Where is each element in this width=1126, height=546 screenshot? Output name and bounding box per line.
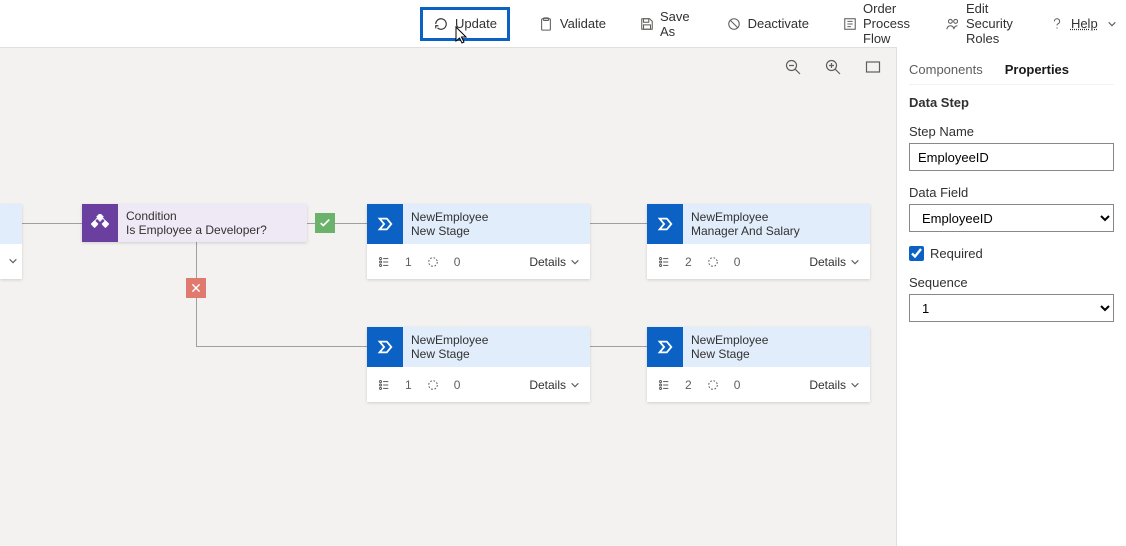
save-as-button[interactable]: Save As [634,9,698,39]
required-label: Required [930,246,983,261]
stage-node[interactable]: NewEmployee New Stage 1 0 Details [367,327,590,402]
connector [590,346,647,347]
stage-node[interactable]: NewEmployee New Stage 1 0 Details [367,204,590,279]
condition-yes-icon [315,213,335,233]
edit-security-roles-button[interactable]: Edit Security Roles [940,9,1021,39]
clipboard-icon [538,16,554,32]
panel-tabs: Components Properties [909,55,1114,85]
command-bar: Update Validate Save As Deactivate Order… [0,0,1126,47]
zoom-out-button[interactable] [784,58,802,76]
deactivate-button[interactable]: Deactivate [720,9,815,39]
stage-loops-count: 0 [454,378,461,392]
stage-node-partial[interactable] [0,204,22,279]
stage-entity: NewEmployee [691,333,862,347]
chevron-down-icon [850,380,860,390]
stage-node[interactable]: NewEmployee Manager And Salary 2 0 Detai… [647,204,870,279]
stage-name: Manager And Salary [691,224,862,238]
sequence-select[interactable]: 1 [909,294,1114,322]
stage-loops-count: 0 [454,255,461,269]
order-process-flow-label: Order Process Flow [863,1,912,46]
refresh-icon [433,16,449,32]
connector [590,223,647,224]
chevron-down-icon [1104,16,1120,32]
stage-details-button[interactable]: Details [529,378,580,392]
properties-panel: Components Properties Data Step Step Nam… [896,47,1126,546]
condition-node[interactable]: Condition Is Employee a Developer? [82,204,307,242]
steps-icon [377,378,391,392]
condition-no-icon [186,278,206,298]
stage-icon [647,204,683,244]
people-icon [946,16,960,32]
stage-steps-count: 1 [405,255,412,269]
stage-details-button[interactable]: Details [809,255,860,269]
data-field-label: Data Field [909,185,1114,200]
help-icon [1049,16,1065,32]
fit-canvas-button[interactable] [864,58,882,76]
save-as-label: Save As [660,9,692,39]
condition-icon [82,204,118,242]
zoom-in-button[interactable] [824,58,842,76]
stage-name: New Stage [691,347,862,361]
help-button[interactable]: Help [1043,9,1126,39]
order-icon [843,16,857,32]
stage-icon [647,327,683,367]
stage-steps-count: 2 [685,255,692,269]
stage-entity: NewEmployee [691,210,862,224]
stage-node[interactable]: NewEmployee New Stage 2 0 Details [647,327,870,402]
tab-components[interactable]: Components [909,62,983,77]
stage-loops-count: 0 [734,378,741,392]
help-label: Help [1071,16,1098,31]
stage-icon [367,204,403,244]
stage-details-button[interactable]: Details [809,378,860,392]
loops-icon [706,378,720,392]
deactivate-icon [726,16,742,32]
stage-entity: NewEmployee [411,333,582,347]
condition-title: Condition [126,209,299,223]
update-label: Update [455,16,497,31]
zoom-controls [784,58,882,76]
condition-subtitle: Is Employee a Developer? [126,223,299,237]
step-name-input[interactable] [909,143,1114,171]
step-name-label: Step Name [909,124,1114,139]
chevron-down-icon [570,257,580,267]
steps-icon [657,255,671,269]
chevron-down-icon [850,257,860,267]
chevron-down-icon [570,380,580,390]
steps-icon [657,378,671,392]
stage-loops-count: 0 [734,255,741,269]
update-button[interactable]: Update [420,7,510,41]
data-field-select[interactable]: EmployeeID [909,204,1114,232]
designer-canvas[interactable]: Condition Is Employee a Developer? NewEm… [0,47,896,546]
stage-steps-count: 2 [685,378,692,392]
stage-steps-count: 1 [405,378,412,392]
connector [22,223,82,224]
loops-icon [426,378,440,392]
loops-icon [706,255,720,269]
panel-heading: Data Step [909,95,1114,110]
order-process-flow-button[interactable]: Order Process Flow [837,9,918,39]
validate-label: Validate [560,16,606,31]
edit-security-roles-label: Edit Security Roles [966,1,1015,46]
loops-icon [426,255,440,269]
steps-icon [377,255,391,269]
connector [196,346,367,347]
chevron-down-icon [8,255,18,269]
stage-details-button[interactable]: Details [529,255,580,269]
save-icon [640,16,654,32]
stage-name: New Stage [411,224,582,238]
required-checkbox[interactable] [909,246,924,261]
stage-name: New Stage [411,347,582,361]
sequence-label: Sequence [909,275,1114,290]
stage-entity: NewEmployee [411,210,582,224]
deactivate-label: Deactivate [748,16,809,31]
stage-icon [367,327,403,367]
validate-button[interactable]: Validate [532,9,612,39]
tab-properties[interactable]: Properties [1005,62,1069,77]
